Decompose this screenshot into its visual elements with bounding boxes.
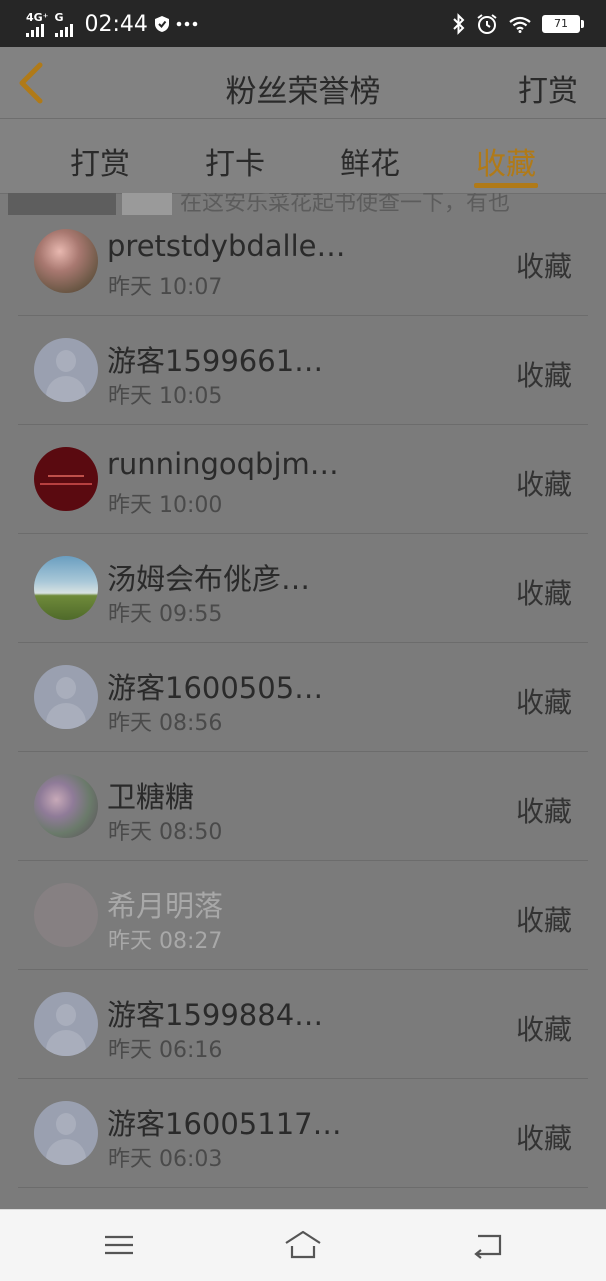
alarm-icon	[477, 14, 497, 34]
action-label: 收藏	[515, 468, 572, 501]
status-time: 02:44	[84, 11, 148, 37]
tab-reward[interactable]: 打赏	[50, 139, 150, 183]
timestamp: 昨天 10:00	[108, 493, 223, 518]
status-right: 71	[452, 10, 584, 38]
app-header: 粉丝荣誉榜 打赏	[0, 47, 606, 119]
avatar[interactable]	[34, 992, 98, 1056]
signal-bars-icon	[26, 23, 44, 37]
tab-favorites[interactable]: 收藏	[456, 139, 556, 183]
status-left: 4G⁺ G 02:44	[26, 10, 198, 38]
signal-bars-icon	[54, 23, 73, 37]
wifi-icon	[509, 16, 531, 33]
user-name: 卫糖糖	[107, 780, 195, 814]
user-name: runningoqbjm…	[107, 447, 339, 481]
user-name: 游客16005117…	[107, 1107, 342, 1141]
reward-button[interactable]: 打赏	[518, 66, 578, 110]
home-icon[interactable]	[283, 1228, 323, 1262]
list-item[interactable]: runningoqbjm… 昨天 10:00 收藏	[0, 425, 606, 534]
bluetooth-icon	[453, 13, 465, 35]
battery-icon: 71	[542, 15, 584, 33]
avatar[interactable]	[34, 665, 98, 729]
battery-level: 71	[554, 17, 568, 30]
page-title: 粉丝荣誉榜	[225, 74, 381, 110]
timestamp: 昨天 10:07	[108, 275, 223, 300]
action-label: 收藏	[515, 1013, 572, 1046]
timestamp: 昨天 09:55	[108, 602, 223, 627]
list-item[interactable]: pretstdybdalle… 昨天 10:07 收藏	[0, 207, 606, 316]
user-name: 汤姆会布佻彦…	[107, 562, 311, 596]
network-indicator-g: G	[54, 10, 73, 37]
menu-icon[interactable]	[99, 1228, 139, 1262]
back-icon[interactable]	[468, 1228, 508, 1262]
list-item[interactable]: 汤姆会布佻彦… 昨天 09:55 收藏	[0, 534, 606, 643]
timestamp: 昨天 08:56	[108, 711, 223, 736]
timestamp: 昨天 06:16	[108, 1038, 223, 1063]
favorites-list: pretstdybdalle… 昨天 10:07 收藏 游客1599661… 昨…	[0, 207, 606, 1188]
avatar[interactable]	[34, 883, 98, 947]
user-name: 希月明落	[107, 889, 224, 923]
action-label: 收藏	[515, 904, 572, 937]
timestamp: 昨天 08:27	[108, 929, 223, 954]
network-label-g: G	[54, 10, 64, 24]
user-name: 游客1600505…	[107, 671, 324, 705]
network-indicator-4g: 4G⁺	[26, 12, 49, 37]
action-label: 收藏	[515, 250, 572, 283]
avatar[interactable]	[34, 1101, 98, 1165]
avatar[interactable]	[34, 338, 98, 402]
list-item[interactable]: 游客1599661… 昨天 10:05 收藏	[0, 316, 606, 425]
avatar[interactable]	[34, 229, 98, 293]
action-label: 收藏	[515, 686, 572, 719]
avatar[interactable]	[34, 774, 98, 838]
tab-flowers[interactable]: 鲜花	[320, 139, 420, 183]
action-label: 收藏	[515, 359, 572, 392]
tab-checkin[interactable]: 打卡	[185, 139, 285, 183]
divider	[18, 1187, 588, 1188]
more-dots-icon	[176, 21, 198, 27]
avatar[interactable]	[34, 556, 98, 620]
timestamp: 昨天 06:03	[108, 1147, 223, 1172]
action-label: 收藏	[515, 795, 572, 828]
network-label-4g: 4G⁺	[26, 10, 49, 24]
list-item[interactable]: 游客1600505… 昨天 08:56 收藏	[0, 643, 606, 752]
user-name: pretstdybdalle…	[107, 229, 346, 263]
user-name: 游客1599884…	[107, 998, 324, 1032]
list-item[interactable]: 希月明落 昨天 08:27 收藏	[0, 861, 606, 970]
action-label: 收藏	[515, 1122, 572, 1155]
status-bar: 4G⁺ G 02:44 71	[0, 0, 606, 47]
avatar[interactable]	[34, 447, 98, 511]
list-item[interactable]: 游客1599884… 昨天 06:16 收藏	[0, 970, 606, 1079]
tab-bar: 打赏 打卡 鲜花 收藏	[0, 119, 606, 194]
system-nav-bar	[0, 1209, 606, 1281]
timestamp: 昨天 10:05	[108, 384, 223, 409]
list-item[interactable]: 卫糖糖 昨天 08:50 收藏	[0, 752, 606, 861]
timestamp: 昨天 08:50	[108, 820, 223, 845]
active-tab-indicator	[474, 183, 538, 188]
user-name: 游客1599661…	[107, 344, 324, 378]
list-item[interactable]: 游客16005117… 昨天 06:03 收藏	[0, 1079, 606, 1188]
shield-icon	[154, 16, 169, 32]
action-label: 收藏	[515, 577, 572, 610]
